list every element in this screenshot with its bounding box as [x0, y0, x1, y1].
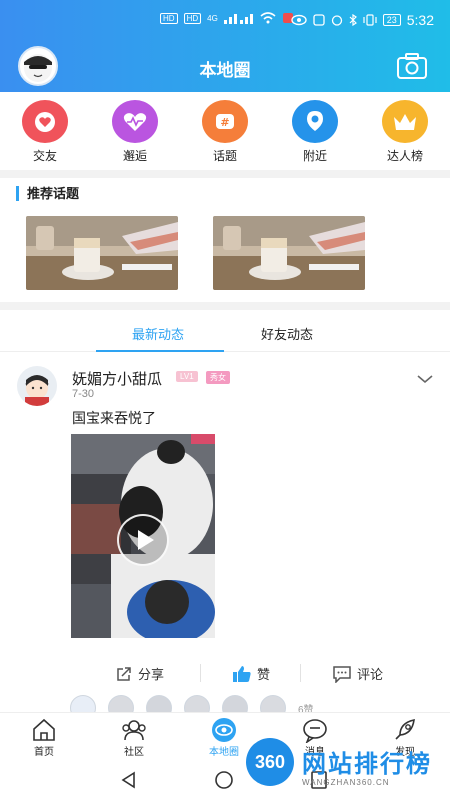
play-icon [138, 530, 154, 550]
section-divider [0, 170, 450, 178]
nav-local[interactable]: 本地圈 [194, 717, 254, 758]
category-dating[interactable]: 交友 [10, 100, 80, 164]
home-icon [33, 718, 55, 741]
hd-chip: HD [160, 12, 178, 24]
category-label: 交友 [32, 149, 57, 163]
hashtag-icon: # [202, 100, 248, 143]
app-header: HD HD 4G 23 5:32 本地圈 [0, 0, 450, 92]
eye-icon [212, 718, 236, 742]
chevron-down-icon[interactable] [416, 372, 434, 386]
wifi-icon [260, 12, 276, 24]
back-icon[interactable] [118, 770, 140, 790]
nav-home[interactable]: 首页 [14, 717, 74, 758]
heartbeat-icon [112, 100, 158, 143]
comment-label: 评论 [357, 667, 384, 682]
action-separator [200, 664, 201, 682]
location-icon [292, 100, 338, 143]
home-circle-icon[interactable] [213, 770, 235, 790]
tag-badge: 秀女 [206, 371, 230, 384]
nfc-icon [313, 14, 325, 26]
tab-indicator [96, 350, 224, 352]
alarm-icon [331, 15, 342, 26]
watermark: 360 网站排行榜 WANGZHAN360.CN [246, 738, 446, 794]
eye-status-icon [291, 14, 307, 26]
like-label: 赞 [257, 667, 271, 682]
post-actions: 分享 赞 评论 [0, 660, 450, 686]
hd-chip-2: HD [183, 12, 202, 24]
play-button[interactable] [117, 514, 169, 566]
avatar-face-icon [25, 375, 49, 406]
status-left: HD HD 4G [160, 12, 294, 24]
share-button[interactable]: 分享 [115, 664, 164, 683]
network-label: 4G [207, 13, 218, 23]
post-text: 国宝来吞悦了 [72, 410, 156, 426]
category-label: 达人榜 [386, 149, 423, 163]
nav-label: 首页 [34, 747, 54, 758]
post-video[interactable] [71, 434, 215, 638]
nav-label: 社区 [124, 747, 144, 758]
bluetooth-icon [349, 14, 357, 26]
share-label: 分享 [138, 667, 165, 682]
battery-level: 23 [382, 14, 401, 26]
coffee-photo [26, 216, 178, 290]
post-avatar[interactable] [17, 366, 57, 406]
clock: 5:32 [406, 12, 434, 28]
category-ranking[interactable]: 达人榜 [370, 100, 440, 164]
like-button[interactable]: 赞 [232, 664, 270, 683]
watermark-badge: 360 [246, 738, 294, 786]
watermark-sub: WANGZHAN360.CN [302, 778, 390, 787]
community-icon [122, 720, 146, 741]
comment-button[interactable]: 评论 [332, 664, 383, 683]
feed-tabs: 最新动态 好友动态 [0, 314, 450, 352]
topic-card-1[interactable] [26, 216, 178, 290]
crown-icon [382, 100, 428, 143]
vibrate-icon [363, 14, 377, 26]
status-right: 23 5:32 [291, 12, 434, 28]
thumbs-up-icon [233, 665, 251, 682]
post-date: 7-30 [72, 388, 95, 400]
coffee-photo [213, 216, 365, 290]
heart-chat-icon [22, 100, 68, 143]
topic-card-2[interactable] [213, 216, 365, 290]
section-divider [0, 302, 450, 310]
level-badge: LV1 [176, 371, 198, 382]
post-username[interactable]: 妩媚方小甜瓜 [72, 368, 162, 389]
tab-latest[interactable]: 最新动态 [132, 324, 184, 343]
recommend-title: 推荐话题 [16, 186, 79, 201]
category-label: 邂逅 [122, 149, 147, 163]
camera-icon[interactable] [396, 52, 428, 80]
comment-icon [333, 665, 351, 683]
title-row: 本地圈 [0, 46, 450, 86]
category-label: 附近 [302, 149, 327, 163]
category-row: 交友 邂逅 # 话题 附近 达人榜 [0, 100, 450, 164]
status-bar: HD HD 4G 23 5:32 [0, 0, 450, 40]
svg-text:#: # [220, 116, 229, 129]
category-label: 话题 [212, 149, 237, 163]
page-title: 本地圈 [199, 61, 251, 80]
signal-icon [223, 14, 253, 24]
nav-community[interactable]: 社区 [104, 717, 164, 758]
tab-friends[interactable]: 好友动态 [261, 324, 313, 343]
nav-label: 本地圈 [209, 747, 239, 758]
category-topic[interactable]: # 话题 [190, 100, 260, 164]
action-separator [300, 664, 301, 682]
share-icon [117, 666, 131, 681]
category-nearby[interactable]: 附近 [280, 100, 350, 164]
watermark-text: 网站排行榜 [302, 751, 432, 778]
category-encounter[interactable]: 邂逅 [100, 100, 170, 164]
